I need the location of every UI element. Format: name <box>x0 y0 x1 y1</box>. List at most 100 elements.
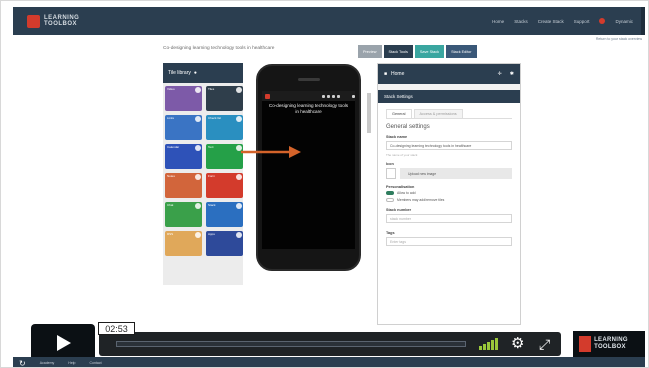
library-tile-label: Links <box>167 116 175 120</box>
library-tile[interactable]: Video <box>165 86 202 111</box>
add-tile-icon[interactable] <box>236 174 242 180</box>
toggle-row: Allow to add <box>386 191 512 195</box>
toolbar-button[interactable]: Preview <box>358 45 382 58</box>
library-tile-label: Notes <box>167 174 175 178</box>
library-tile-label: Tiles <box>208 87 215 91</box>
video-frame: LEARNING TOOLBOX Home Stacks Create Stac… <box>0 0 649 368</box>
tags-field[interactable]: Enter tags <box>386 237 512 246</box>
phone-bar-icon[interactable] <box>332 94 335 98</box>
library-tile-label: RSS <box>167 232 174 236</box>
library-tile[interactable]: Check list <box>206 115 243 140</box>
add-tile-icon[interactable] <box>236 87 242 93</box>
library-tile[interactable]: Chat <box>165 202 202 227</box>
library-tile-label: Stack <box>208 203 216 207</box>
brand-logo-icon <box>579 336 592 352</box>
editor-toolbar: Preview Stack Tools Save Stack Stack Editor <box>358 45 477 58</box>
add-tile-icon[interactable] <box>195 116 201 122</box>
toolbar-button[interactable]: Save Stack <box>414 45 445 58</box>
home-icon: ■ <box>384 71 388 77</box>
gear-icon[interactable]: ✱ <box>510 71 514 77</box>
footer-link[interactable]: Contact <box>90 361 102 365</box>
settings-tabs: General Access & permissions <box>386 109 512 119</box>
add-tile-icon[interactable] <box>236 232 242 238</box>
volume-icon[interactable] <box>479 338 498 350</box>
library-tile[interactable]: Text <box>206 144 243 169</box>
phone-logo-icon <box>265 93 270 99</box>
general-settings-heading: General settings <box>386 124 430 130</box>
brand-logo[interactable]: LEARNING TOOLBOX <box>573 331 645 357</box>
stack-name-label: Stack name <box>386 135 408 139</box>
toggle-switch[interactable] <box>386 191 394 195</box>
nav-link-home[interactable]: Home <box>492 19 504 24</box>
nav-user-name[interactable]: Dynamic <box>615 19 633 24</box>
tile-library-panel: Tile library ● Video Tiles Links Check list… <box>163 63 243 285</box>
library-tile-label: Check list <box>208 116 222 120</box>
library-tile[interactable]: Tiles <box>206 86 243 111</box>
footer-link[interactable]: Academy <box>40 361 55 365</box>
phone-speaker <box>298 78 320 81</box>
nav-link-stacks[interactable]: Stacks <box>514 19 528 24</box>
library-tile[interactable]: Stack <box>206 202 243 227</box>
stack-name-field[interactable]: Co-designing learning technology tools i… <box>386 141 512 150</box>
toggle-row: Members may add/remove tiles <box>386 198 512 202</box>
tile-library-grid: Video Tiles Links Check list Calendar Text Not… <box>163 83 243 259</box>
tile-library-header: Tile library ● <box>163 63 243 83</box>
settings-gear-icon[interactable]: ⚙ <box>511 335 524 353</box>
library-tile[interactable]: Form <box>206 173 243 198</box>
library-tile[interactable]: RSS <box>165 231 202 256</box>
phone-bar-icon[interactable] <box>327 94 330 98</box>
tab-general[interactable]: General <box>386 109 412 118</box>
nav-link-create-stack[interactable]: Create Stack <box>538 19 564 24</box>
toggle-label: Members may add/remove tiles <box>397 198 445 202</box>
play-icon <box>57 335 71 351</box>
footer-link[interactable]: Help <box>68 361 75 365</box>
add-tile-icon[interactable] <box>195 232 201 238</box>
library-tile[interactable]: Notes <box>165 173 202 198</box>
upload-icon-button[interactable]: Upload new image <box>400 168 512 179</box>
toolbar-button[interactable]: Stack Editor <box>446 45 477 58</box>
icon-row: Upload new image <box>386 168 512 179</box>
settings-panel: ■ Home ✛ ✱ Stack Settings General Access… <box>377 63 521 325</box>
toolbar-button[interactable]: Stack Tools <box>383 45 413 58</box>
phone-menu-icon[interactable] <box>352 94 355 98</box>
nav-link-support[interactable]: Support <box>574 19 590 24</box>
phone-bar-icon[interactable] <box>322 94 325 98</box>
page-title: Co-designing learning technology tools i… <box>163 46 275 51</box>
app-logo-text: LEARNING TOOLBOX <box>44 15 80 27</box>
icon-thumbnail <box>386 168 396 179</box>
time-badge: 02:53 <box>98 322 135 335</box>
settings-body: General Access & permissions General set… <box>378 103 520 255</box>
icon-label: Icon <box>386 162 394 166</box>
add-tile-icon[interactable] <box>195 87 201 93</box>
user-avatar-icon[interactable] <box>599 18 606 24</box>
library-tile-label: Video <box>167 87 175 91</box>
toggle-switch[interactable] <box>386 198 394 202</box>
add-tile-icon[interactable] <box>236 116 242 122</box>
library-tile[interactable]: Apps <box>206 231 243 256</box>
progress-bar[interactable] <box>116 341 466 347</box>
library-tile[interactable]: Links <box>165 115 202 140</box>
refresh-icon[interactable]: ↻ <box>19 359 26 368</box>
fullscreen-icon[interactable]: ⤢ <box>539 335 550 353</box>
add-tile-icon[interactable] <box>236 203 242 209</box>
phone-stack-title: Co-designing learning technology tools i… <box>268 103 349 114</box>
move-icon[interactable]: ✛ <box>498 71 502 77</box>
phone-bar-icon[interactable] <box>337 94 340 98</box>
personalisation-label: Personalisation <box>386 185 415 189</box>
tile-library-title: Tile library <box>168 70 191 76</box>
add-tile-icon[interactable] <box>195 145 201 151</box>
stack-number-label: Stack number <box>386 208 412 212</box>
stack-number-field[interactable]: stack number <box>386 214 512 223</box>
library-tile-label: Text <box>208 145 214 149</box>
preview-scrollbar[interactable] <box>367 93 371 133</box>
info-icon[interactable]: ● <box>194 70 197 76</box>
library-tile[interactable]: Calendar <box>165 144 202 169</box>
phone-app-bar <box>262 91 355 101</box>
app-top-nav: LEARNING TOOLBOX Home Stacks Create Stac… <box>13 7 645 35</box>
tags-label: Tags <box>386 231 395 235</box>
phone-screen: Co-designing learning technology tools i… <box>262 91 355 249</box>
tab-access[interactable]: Access & permissions <box>413 109 463 118</box>
add-tile-icon[interactable] <box>195 203 201 209</box>
return-link[interactable]: Return to your stack overview <box>596 37 642 41</box>
add-tile-icon[interactable] <box>195 174 201 180</box>
